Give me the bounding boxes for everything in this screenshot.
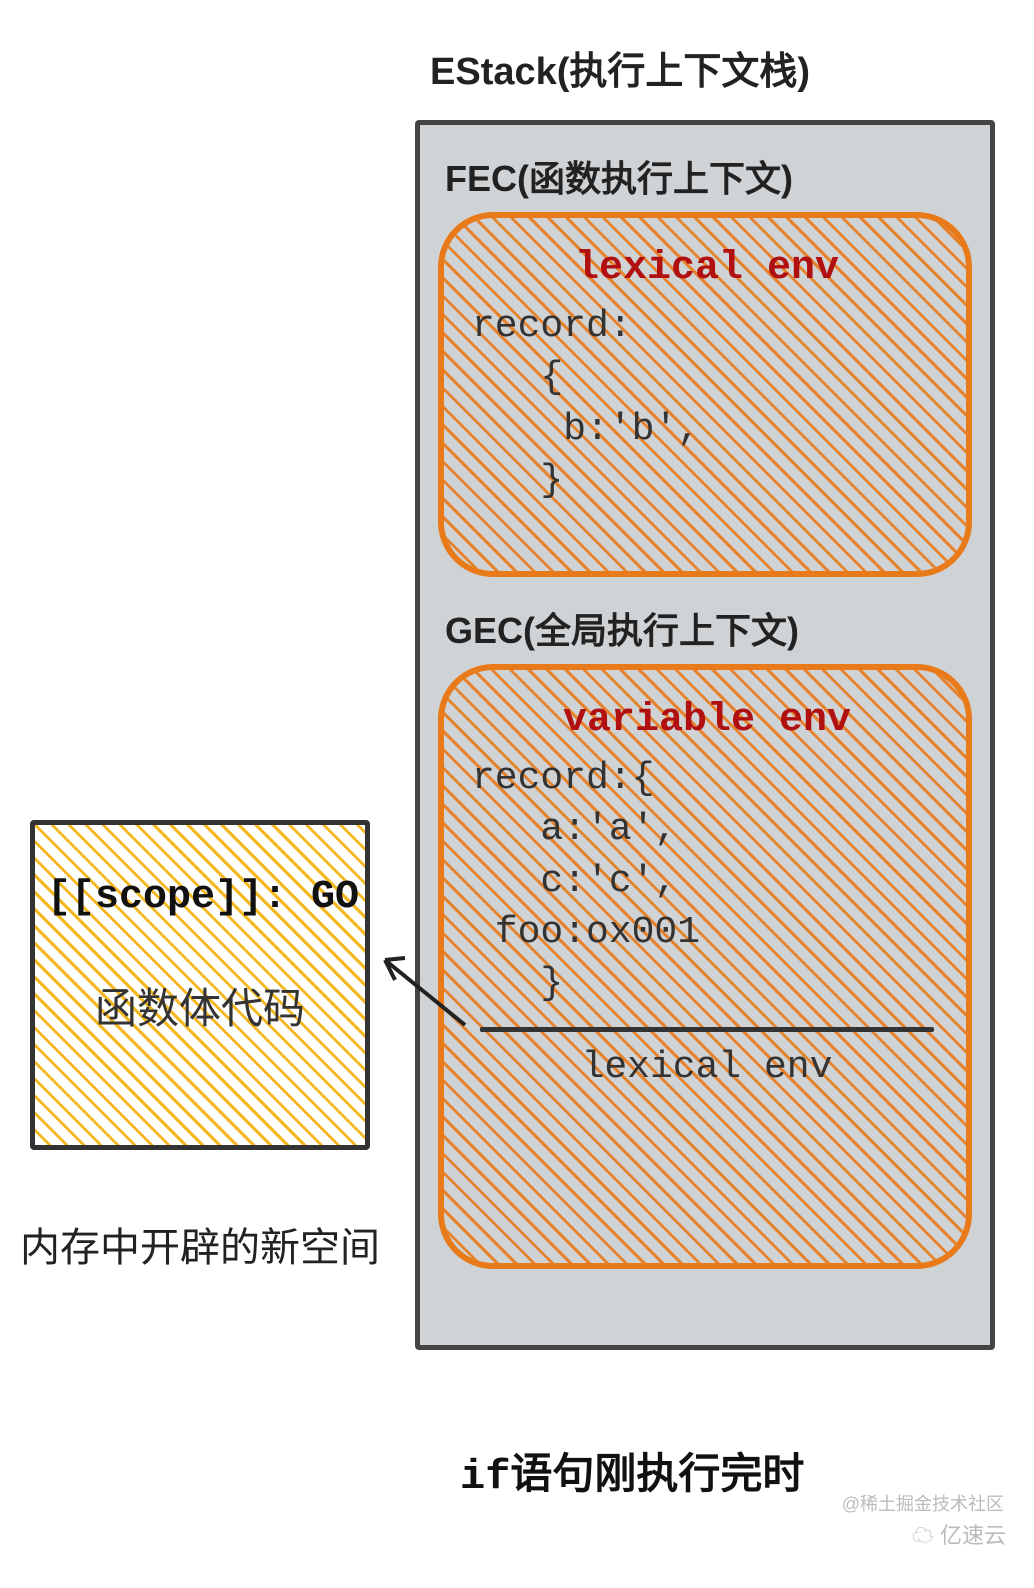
scope-line: [[scope]]: GO — [47, 875, 353, 920]
gec-env-box: variable env record:{ a:'a', c:'c', foo:… — [438, 664, 972, 1269]
gec-env-label: variable env — [472, 698, 942, 743]
fec-record: record: { b:'b', } — [472, 301, 942, 506]
if-keyword: if — [460, 1453, 510, 1501]
watermark-yisu: ☁ 亿速云 — [912, 1518, 1006, 1550]
arrow-icon — [370, 930, 470, 1050]
fec-env-box: lexical env record: { b:'b', } — [438, 212, 972, 577]
memory-label: 内存中开辟的新空间 — [20, 1215, 380, 1273]
gec-title: GEC(全局执行上下文) — [445, 602, 990, 654]
watermark-juejin: @稀土掘金技术社区 — [842, 1490, 1004, 1516]
scope-body-label: 函数体代码 — [47, 975, 353, 1036]
gec-lexical-bottom: lexical env — [472, 1046, 942, 1101]
bottom-caption: if语句刚执行完时 — [460, 1440, 804, 1501]
estack-title: EStack(执行上下文栈) — [430, 40, 810, 95]
divider-line — [480, 1027, 934, 1032]
gec-record: record:{ a:'a', c:'c', foo:ox001 } — [472, 753, 942, 1009]
fec-env-label: lexical env — [472, 246, 942, 291]
estack-container: FEC(函数执行上下文) lexical env record: { b:'b'… — [415, 120, 995, 1350]
scope-box: [[scope]]: GO 函数体代码 — [30, 820, 370, 1150]
caption-rest: 语句刚执行完时 — [510, 1450, 804, 1497]
fec-title: FEC(函数执行上下文) — [445, 150, 990, 202]
